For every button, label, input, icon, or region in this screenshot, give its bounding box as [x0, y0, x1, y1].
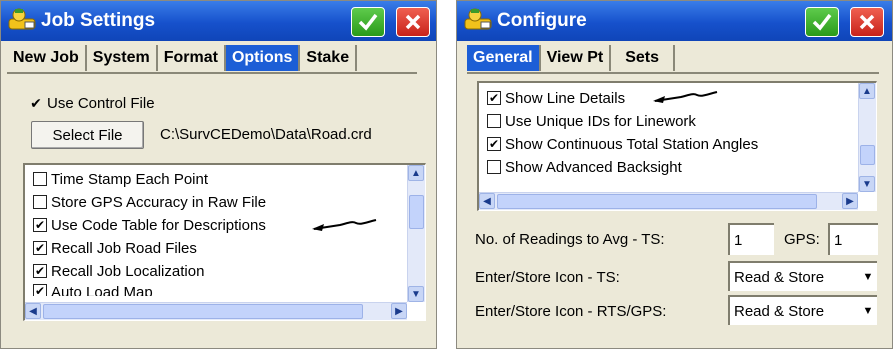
vertical-scrollbar[interactable]: ▲ ▼: [858, 83, 876, 192]
close-button[interactable]: [850, 7, 884, 37]
checkbox[interactable]: [33, 195, 47, 209]
checkbox-checked[interactable]: ✔: [33, 264, 47, 278]
checkmark-icon: [358, 13, 378, 31]
chevron-down-icon[interactable]: ▼: [859, 297, 877, 325]
tab-bar: General View Pt Sets: [467, 45, 676, 73]
store-icon-rts-label: Enter/Store Icon - RTS/GPS:: [475, 303, 667, 320]
store-icon-rts-select[interactable]: Read & Store ▼: [728, 295, 877, 325]
scroll-right-icon[interactable]: ▶: [391, 303, 407, 319]
list-item-label: Recall Job Road Files: [51, 239, 197, 257]
tab-divider: [467, 72, 879, 74]
tab-new-job[interactable]: New Job: [7, 45, 87, 71]
list-item[interactable]: ✔ Use Code Table for Descriptions: [33, 215, 266, 235]
store-icon-ts-label: Enter/Store Icon - TS:: [475, 269, 620, 286]
tab-divider: [7, 72, 417, 74]
horizontal-scrollbar[interactable]: ◀ ▶: [25, 302, 407, 320]
tab-view-pt[interactable]: View Pt: [541, 45, 612, 71]
window-title: Configure: [497, 10, 587, 31]
configure-titlebar: Configure: [457, 1, 892, 41]
list-item[interactable]: ✔ Recall Job Road Files: [33, 238, 197, 258]
checkbox-checked[interactable]: ✔: [487, 91, 501, 105]
surveyor-app-icon: [464, 8, 492, 30]
scroll-right-icon[interactable]: ▶: [842, 193, 858, 209]
window-title: Job Settings: [41, 10, 156, 31]
scroll-left-icon[interactable]: ◀: [25, 303, 41, 319]
list-item-label: Use Code Table for Descriptions: [51, 216, 266, 234]
pointer-arrow-icon: [312, 219, 377, 231]
list-item[interactable]: ✔ Show Line Details: [487, 88, 625, 108]
ok-button[interactable]: [805, 7, 839, 37]
checkmark-icon: [812, 13, 832, 31]
list-item-label: Show Advanced Backsight: [505, 158, 682, 176]
scroll-thumb[interactable]: [409, 195, 424, 229]
store-icon-rts-value: Read & Store: [734, 302, 825, 320]
list-item-label: Store GPS Accuracy in Raw File: [51, 193, 267, 211]
tab-sets[interactable]: Sets: [611, 45, 676, 71]
list-item-label: Time Stamp Each Point: [51, 170, 209, 188]
options-list[interactable]: ✔ Show Line Details Use Unique IDs for L…: [477, 81, 877, 211]
scroll-thumb[interactable]: [43, 304, 363, 319]
vertical-scrollbar[interactable]: ▲ ▼: [407, 165, 425, 302]
checkmark-icon: ✔: [30, 95, 42, 111]
use-control-file-label: Use Control File: [47, 94, 155, 112]
checkbox-checked[interactable]: ✔: [33, 284, 47, 296]
scroll-down-icon[interactable]: ▼: [408, 286, 424, 302]
use-control-file-checkbox[interactable]: ✔ Use Control File: [29, 93, 155, 113]
store-icon-ts-value: Read & Store: [734, 268, 825, 286]
list-item-label: Show Continuous Total Station Angles: [505, 135, 759, 153]
checkbox-checked[interactable]: ✔: [33, 241, 47, 255]
surveyor-app-icon: [8, 8, 36, 30]
list-item[interactable]: Store GPS Accuracy in Raw File: [33, 192, 266, 212]
gps-readings-input[interactable]: 1: [828, 223, 878, 255]
ok-button[interactable]: [351, 7, 385, 37]
scroll-down-icon[interactable]: ▼: [859, 176, 875, 192]
list-item[interactable]: ✔ Recall Job Localization: [33, 261, 204, 281]
readings-label: No. of Readings to Avg - TS:: [475, 231, 665, 248]
list-item-label: Show Line Details: [505, 89, 626, 107]
close-icon: [859, 14, 875, 30]
list-item-label: Auto Load Map: [51, 284, 153, 296]
chevron-down-icon[interactable]: ▼: [859, 263, 877, 291]
job-settings-titlebar: Job Settings: [1, 1, 436, 41]
scroll-thumb[interactable]: [497, 194, 817, 209]
checkbox[interactable]: [487, 114, 501, 128]
tab-general[interactable]: General: [467, 45, 541, 71]
scroll-thumb[interactable]: [860, 145, 875, 165]
list-item[interactable]: Use Unique IDs for Linework: [487, 111, 696, 131]
horizontal-scrollbar[interactable]: ◀ ▶: [479, 192, 858, 210]
tab-stake[interactable]: Stake: [300, 45, 358, 71]
checkbox-checked[interactable]: ✔: [487, 137, 501, 151]
options-list[interactable]: Time Stamp Each Point Store GPS Accuracy…: [23, 163, 426, 321]
list-item[interactable]: Time Stamp Each Point: [33, 169, 208, 189]
list-item[interactable]: ✔ Auto Load Map: [33, 284, 153, 296]
scroll-left-icon[interactable]: ◀: [479, 193, 495, 209]
ts-readings-input[interactable]: 1: [728, 223, 774, 255]
scroll-up-icon[interactable]: ▲: [859, 83, 875, 99]
checkbox-checked[interactable]: ✔: [33, 218, 47, 232]
scroll-up-icon[interactable]: ▲: [408, 165, 424, 181]
list-item-label: Recall Job Localization: [51, 262, 205, 280]
close-button[interactable]: [396, 7, 430, 37]
store-icon-ts-select[interactable]: Read & Store ▼: [728, 261, 877, 291]
list-item[interactable]: ✔ Show Continuous Total Station Angles: [487, 134, 758, 154]
checkbox[interactable]: [487, 160, 501, 174]
close-icon: [405, 14, 421, 30]
file-path: C:\SurvCEDemo\Data\Road.crd: [160, 126, 372, 143]
tab-bar: New Job System Format Options Stake: [7, 45, 358, 73]
tab-system[interactable]: System: [87, 45, 158, 71]
list-item[interactable]: Show Advanced Backsight: [487, 157, 682, 177]
pointer-arrow-icon: [653, 91, 718, 103]
select-file-button[interactable]: Select File: [31, 121, 144, 149]
gps-label: GPS:: [784, 231, 820, 248]
checkbox[interactable]: [33, 172, 47, 186]
list-item-label: Use Unique IDs for Linework: [505, 112, 696, 130]
tab-options[interactable]: Options: [225, 45, 301, 71]
tab-format[interactable]: Format: [158, 45, 226, 71]
job-settings-window: Job Settings New Job System Format Optio…: [0, 0, 437, 349]
configure-window: Configure General View Pt Sets ✔ Show Li…: [456, 0, 893, 349]
